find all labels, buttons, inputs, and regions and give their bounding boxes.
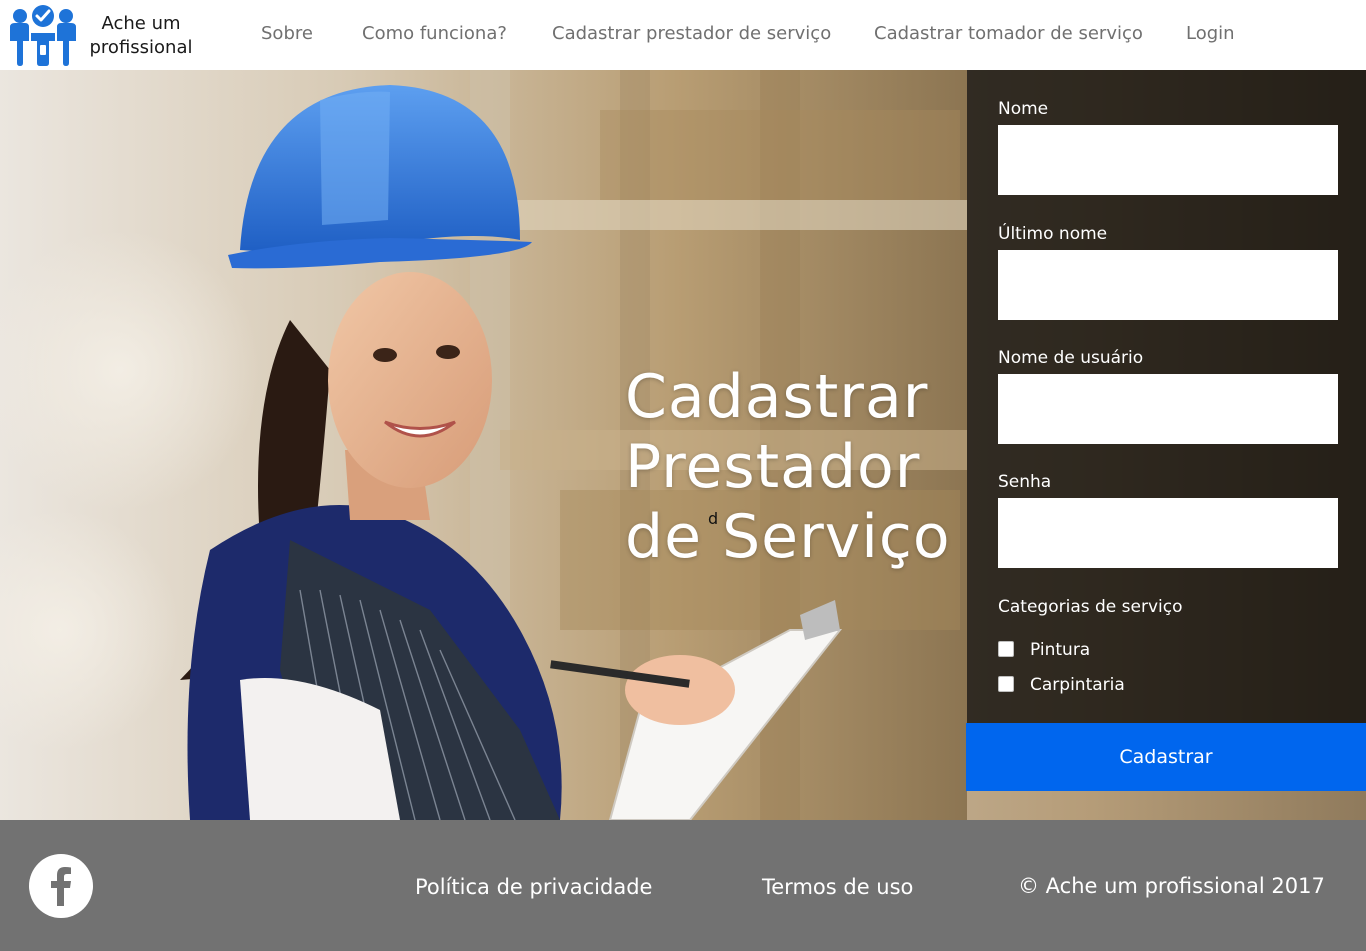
site-header: Ache um profissional Sobre Como funciona… [0,0,1366,70]
facebook-glyph [51,867,71,906]
logo-line-2: profissional [89,37,193,58]
nav-cadastrar-prestador[interactable]: Cadastrar prestador de serviço [552,22,831,46]
checkbox-pintura-label: Pintura [1030,640,1091,660]
cadastrar-button[interactable]: Cadastrar [966,723,1366,791]
hero-title-line-1: Cadastrar [625,362,929,432]
stray-text: d [708,509,719,528]
logo-people-icon [10,5,76,66]
ultimo-nome-input[interactable] [998,250,1338,320]
hero-title-line-2: Prestador [625,432,921,502]
logo-line-1: Ache um [101,13,181,34]
logo[interactable]: Ache um profissional [9,3,199,67]
nome-usuario-label: Nome de usuário [998,348,1144,368]
hero-title-line-3: de Serviço [625,502,951,572]
nome-label: Nome [998,99,1049,119]
nav-sobre[interactable]: Sobre [261,22,313,46]
hero-title: Cadastrar Prestador de Serviço [625,362,965,572]
signup-form-panel: Nome Último nome Nome de usuário Senha C… [967,70,1366,723]
checkbox-pintura[interactable] [998,641,1014,657]
nome-input[interactable] [998,125,1338,195]
copyright-text: © Ache um profissional 2017 [1018,874,1325,898]
ultimo-nome-label: Último nome [998,224,1108,244]
logo-text: Ache um profissional [83,12,199,60]
nav-como-funciona[interactable]: Como funciona? [362,22,507,46]
nome-usuario-input[interactable] [998,374,1338,444]
checkbox-carpintaria[interactable] [998,676,1014,692]
site-footer: Política de privacidade Termos de uso © … [0,820,1366,951]
senha-input[interactable] [998,498,1338,568]
nav-login[interactable]: Login [1186,22,1235,46]
nav-cadastrar-tomador[interactable]: Cadastrar tomador de serviço [874,22,1143,46]
privacy-policy-link[interactable]: Política de privacidade [415,874,652,900]
facebook-icon[interactable] [29,854,93,918]
terms-of-use-link[interactable]: Termos de uso [762,874,913,900]
categorias-label: Categorias de serviço [998,597,1183,617]
senha-label: Senha [998,472,1052,492]
checkbox-carpintaria-label: Carpintaria [1030,675,1125,695]
hero-section: Cadastrar Prestador de Serviço d Nome Úl… [0,70,1366,820]
